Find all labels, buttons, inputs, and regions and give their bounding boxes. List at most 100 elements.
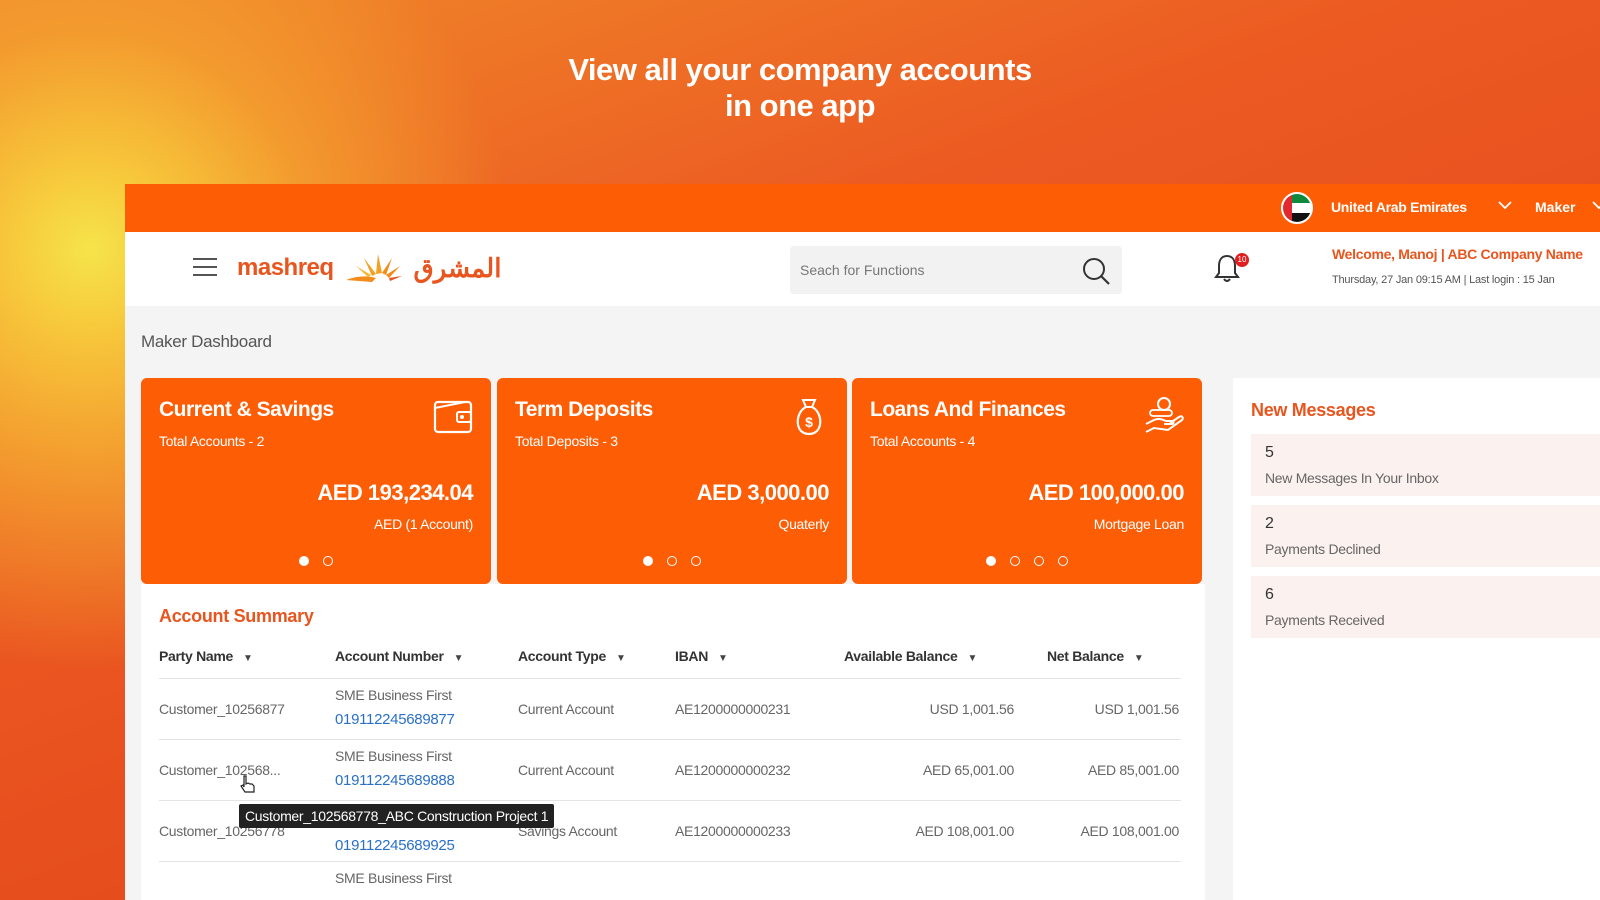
column-header-iban[interactable]: IBAN ▼	[675, 648, 728, 664]
top-bar: United Arab Emirates Maker	[125, 184, 1600, 232]
sort-down-icon[interactable]: ▼	[1134, 653, 1144, 664]
new-messages-title: New Messages	[1251, 400, 1376, 420]
carousel-dot[interactable]	[691, 556, 701, 566]
account-type-cell: Current Account	[518, 762, 614, 778]
sun-rays-icon	[345, 254, 402, 282]
carousel-dot[interactable]	[1010, 556, 1020, 566]
table-row[interactable]: Customer_102568... SME Business First 01…	[159, 740, 1181, 801]
carousel-dots	[852, 553, 1202, 571]
table-row[interactable]: SME Business First	[159, 862, 1181, 900]
product-name-cell: SME Business First	[335, 748, 452, 764]
carousel-dots	[497, 553, 847, 571]
message-count: 2	[1265, 515, 1274, 532]
card-current-savings[interactable]: Current & Savings Total Accounts - 2 AED…	[141, 378, 491, 584]
last-login-text: Thursday, 27 Jan 09:15 AM | Last login :…	[1332, 274, 1555, 286]
logo-text-ar: المشرق	[413, 252, 502, 283]
card-subtitle: Total Accounts - 4	[870, 433, 976, 449]
column-label: Account Number	[335, 648, 444, 664]
column-label: Party Name	[159, 648, 234, 664]
card-amount: AED 100,000.00	[1028, 480, 1184, 505]
message-item-declined[interactable]: 2 Payments Declined	[1251, 505, 1600, 567]
wallet-icon	[433, 400, 473, 434]
search-icon[interactable]	[1080, 255, 1112, 287]
svg-text:$: $	[805, 414, 813, 430]
sort-down-icon[interactable]: ▼	[454, 653, 464, 664]
net-balance-cell: AED 108,001.00	[1080, 823, 1179, 839]
carousel-dot[interactable]	[1058, 556, 1068, 566]
money-bag-icon: $	[796, 399, 822, 436]
sort-down-icon[interactable]: ▼	[967, 653, 977, 664]
sort-down-icon[interactable]: ▼	[243, 653, 253, 664]
card-amount: AED 3,000.00	[696, 480, 830, 505]
column-header-account-number[interactable]: Account Number ▼	[335, 648, 463, 664]
table-header: Party Name ▼ Account Number ▼ Account Type…	[141, 648, 1205, 678]
promo-headline: View all your company accounts in one ap…	[0, 52, 1600, 124]
message-item-inbox[interactable]: 5 New Messages In Your Inbox	[1251, 434, 1600, 496]
hand-cursor-icon	[240, 775, 255, 793]
menu-icon[interactable]	[193, 258, 217, 278]
sort-down-icon[interactable]: ▼	[718, 653, 728, 664]
iban-cell: AE1200000000231	[675, 701, 791, 717]
column-label: IBAN	[675, 648, 709, 664]
carousel-dot[interactable]	[323, 556, 333, 566]
carousel-dots	[141, 553, 491, 571]
card-note: Quaterly	[778, 516, 829, 532]
carousel-dot[interactable]	[667, 556, 677, 566]
role-selector[interactable]: Maker	[1535, 199, 1575, 215]
card-subtitle: Total Accounts - 2	[159, 433, 265, 449]
search-box[interactable]: Seach for Functions	[790, 246, 1122, 294]
available-balance-cell: AED 108,001.00	[915, 823, 1014, 839]
account-number-link[interactable]: 019112245689888	[335, 772, 455, 789]
message-label: New Messages In Your Inbox	[1265, 470, 1439, 486]
column-header-available-balance[interactable]: Available Balance ▼	[844, 648, 977, 664]
column-header-party-name[interactable]: Party Name ▼	[159, 648, 253, 664]
net-balance-cell: USD 1,001.56	[1094, 701, 1180, 717]
table-row[interactable]: Customer_10256877 SME Business First 019…	[159, 679, 1181, 740]
message-label: Payments Declined	[1265, 541, 1381, 557]
available-balance-cell: USD 1,001.56	[929, 701, 1015, 717]
new-messages-panel: New Messages 5 New Messages In Your Inbo…	[1233, 378, 1600, 900]
card-subtitle: Total Deposits - 3	[515, 433, 618, 449]
card-term-deposits[interactable]: Term Deposits Total Deposits - 3 $ AED 3…	[497, 378, 847, 584]
account-number-link[interactable]: 019112245689925	[335, 837, 455, 854]
available-balance-cell: AED 65,001.00	[922, 762, 1014, 778]
account-summary-panel: Account Summary Party Name ▼ Account Numb…	[141, 584, 1205, 900]
chevron-down-icon[interactable]	[1497, 197, 1513, 217]
message-count: 5	[1265, 444, 1274, 461]
mashreq-logo[interactable]: mashreq المشرق	[237, 250, 501, 286]
column-label: Available Balance	[844, 648, 958, 664]
card-loans-finances[interactable]: Loans And Finances Total Accounts - 4 AE…	[852, 378, 1202, 584]
message-count: 6	[1265, 586, 1274, 603]
headline-line-2: in one app	[725, 88, 876, 123]
card-amount: AED 193,234.04	[317, 480, 473, 505]
app-window: United Arab Emirates Maker mashreq المشر…	[125, 184, 1600, 900]
logo-text-en: mashreq	[237, 254, 334, 281]
search-input[interactable]: Seach for Functions	[800, 262, 925, 278]
column-header-account-type[interactable]: Account Type ▼	[518, 648, 626, 664]
carousel-dot[interactable]	[299, 556, 309, 566]
message-item-received[interactable]: 6 Payments Received	[1251, 576, 1600, 638]
country-selector[interactable]: United Arab Emirates	[1331, 199, 1467, 215]
party-name-cell: Customer_10256877	[159, 701, 285, 717]
headline-line-1: View all your company accounts	[568, 52, 1032, 87]
carousel-dot[interactable]	[986, 556, 996, 566]
hand-coin-icon	[1145, 397, 1184, 433]
welcome-text: Welcome, Manoj | ABC Company Name	[1332, 246, 1583, 262]
account-number-link[interactable]: 019112245689877	[335, 711, 455, 728]
party-name-cell: Customer_102568...	[159, 762, 281, 778]
carousel-dot[interactable]	[643, 556, 653, 566]
column-header-net-balance[interactable]: Net Balance ▼	[1047, 648, 1144, 664]
sort-down-icon[interactable]: ▼	[616, 653, 626, 664]
header: mashreq المشرق Seach for Functions 10 We…	[125, 232, 1600, 306]
carousel-dot[interactable]	[1034, 556, 1044, 566]
product-name-cell: SME Business First	[335, 687, 452, 703]
account-summary-title: Account Summary	[159, 606, 314, 626]
card-note: AED (1 Account)	[374, 516, 473, 532]
notification-badge: 10	[1235, 253, 1249, 267]
net-balance-cell: AED 85,001.00	[1087, 762, 1179, 778]
account-type-cell: Current Account	[518, 701, 614, 717]
role-chevron-down-icon[interactable]	[1591, 197, 1600, 217]
iban-cell: AE1200000000233	[675, 823, 791, 839]
uae-flag-icon[interactable]	[1281, 192, 1313, 224]
party-name-tooltip: Customer_102568778_ABC Construction Proj…	[239, 804, 555, 828]
